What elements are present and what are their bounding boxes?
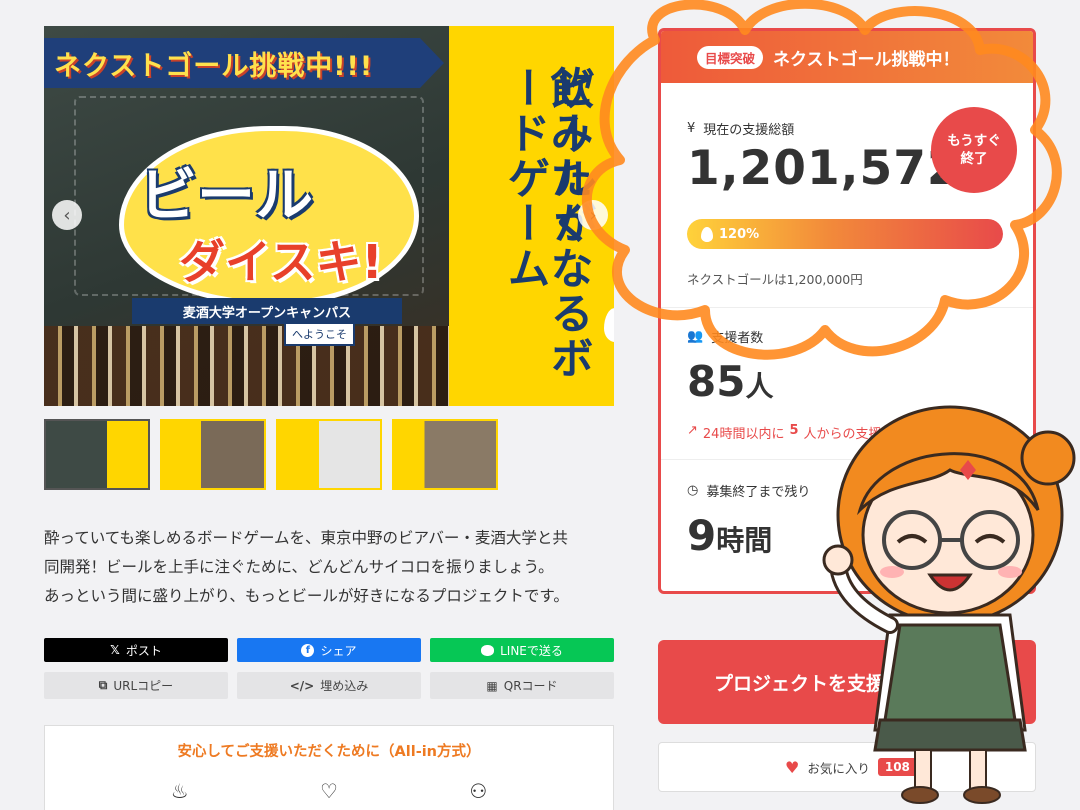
panel-header-text: ネクストゴール挑戦中！ [773,49,960,70]
favorite-label: お気に入り [807,760,870,776]
amount-label: ¥ 現在の支援総額 [687,121,795,138]
progress-fill: 120% [687,219,1003,249]
description-line: 同開発！ビールを上手に注ぐために、どんどんサイコロを振りましょう。 [44,558,554,576]
thumbnail-strip [44,419,498,490]
ending-soon-badge: もうすぐ 終了 [931,107,1017,193]
recent-support-trend: ↗ 24時間以内に 5 人からの支援 [687,423,882,442]
flame-icon [701,226,713,242]
facebook-share-button[interactable]: f シェア [237,638,421,662]
users-icon: 👥 [687,329,704,344]
embed-button[interactable]: </> 埋め込み [237,672,421,699]
yen-icon: ¥ [687,121,696,136]
support-project-button[interactable]: プロジェクトを支援する [658,640,1036,724]
all-in-title: 安心してご支援いただくために（All-in方式） [177,744,481,760]
hero-banner: ネクストゴール挑戦中!!! [44,38,444,88]
x-post-label: ポスト [125,643,162,658]
hero-logo-line2: ダイスキ! [179,235,383,289]
x-post-button[interactable]: 𝕏 ポスト [44,638,228,662]
trend-up-icon: ↗ [687,423,698,438]
url-copy-label: URLコピー [113,679,174,693]
copy-icon: ⧉ [98,678,108,692]
all-in-info-box: 安心してご支援いただくために（All-in方式） ♨ ♡ ⚇ [44,725,614,810]
favorite-count: 108 [877,758,917,776]
line-icon [481,644,495,656]
heart-hand-icon: ♡ [320,779,338,803]
line-share-label: LINEで送る [500,643,563,658]
thumbnail[interactable] [44,419,150,490]
url-copy-button[interactable]: ⧉ URLコピー [44,672,228,699]
favorite-button[interactable]: ♥ お気に入り 108 [658,742,1036,792]
funding-status-panel: 目標突破 ネクストゴール挑戦中！ ¥ 現在の支援総額 1,201,572円 もう… [658,28,1036,594]
hero-ribbon-sub: へようこそ [284,322,355,346]
qr-icon: ▦ [486,678,498,693]
remaining-label: ◷ 募集終了まで残り [687,483,811,500]
hero-ribbon: 麦酒大学オープンキャンパス [132,298,402,324]
user-shield-icon: ⚇ [469,779,488,803]
hero-banner-text: ネクストゴール挑戦中!!! [54,50,374,82]
heart-icon: ♥ [785,757,800,777]
thumbnail[interactable] [392,419,498,490]
remaining-value: 9時間 [687,511,773,560]
facebook-share-label: シェア [320,643,357,658]
prev-slide-button[interactable]: ‹ [52,200,82,230]
clock-icon: ◷ [687,483,699,498]
project-hero-image[interactable]: ビールが 飲みたくなるボードゲーム ネクストゴール挑戦中!!! ビール ダイスキ… [44,26,614,406]
facebook-icon: f [301,643,315,657]
code-icon: </> [289,678,315,693]
qr-code-label: QRコード [503,679,558,693]
line-share-button[interactable]: LINEで送る [430,638,614,662]
progress-bar: 120% [687,219,1003,249]
supporters-value: 85人 [687,357,774,406]
project-description: 酔っていても楽しめるボードゲームを、東京中野のビアバー・麦酒大学と共 同開発！ビ… [44,524,619,611]
supporters-label: 👥 支援者数 [687,329,764,346]
hero-vertical-text-2: 飲みたくなるボードゲーム [500,66,593,381]
description-line: あっという間に盛り上がり、もっとビールが好きになるプロジェクトです。 [44,587,569,605]
qr-code-button[interactable]: ▦ QRコード [430,672,614,699]
hero-logo-line1: ビール [139,161,314,229]
share-buttons: 𝕏 ポスト f シェア LINEで送る ⧉ URLコピー </> 埋め込み ▦ … [44,638,614,699]
flame-icon: ♨ [170,779,189,803]
goal-achieved-tag: 目標突破 [697,45,764,69]
thumbnail[interactable] [160,419,266,490]
thumbnail[interactable] [276,419,382,490]
bottles-background [44,326,449,406]
panel-header: 目標突破 ネクストゴール挑戦中！ [661,31,1033,83]
x-logo-icon: 𝕏 [110,643,120,657]
embed-label: 埋め込み [320,679,369,693]
next-goal-text: ネクストゴールは1,200,000円 [687,272,863,287]
next-slide-button[interactable]: › [578,200,608,230]
description-line: 酔っていても楽しめるボードゲームを、東京中野のビアバー・麦酒大学と共 [44,529,568,547]
progress-text: 120% [719,226,760,242]
